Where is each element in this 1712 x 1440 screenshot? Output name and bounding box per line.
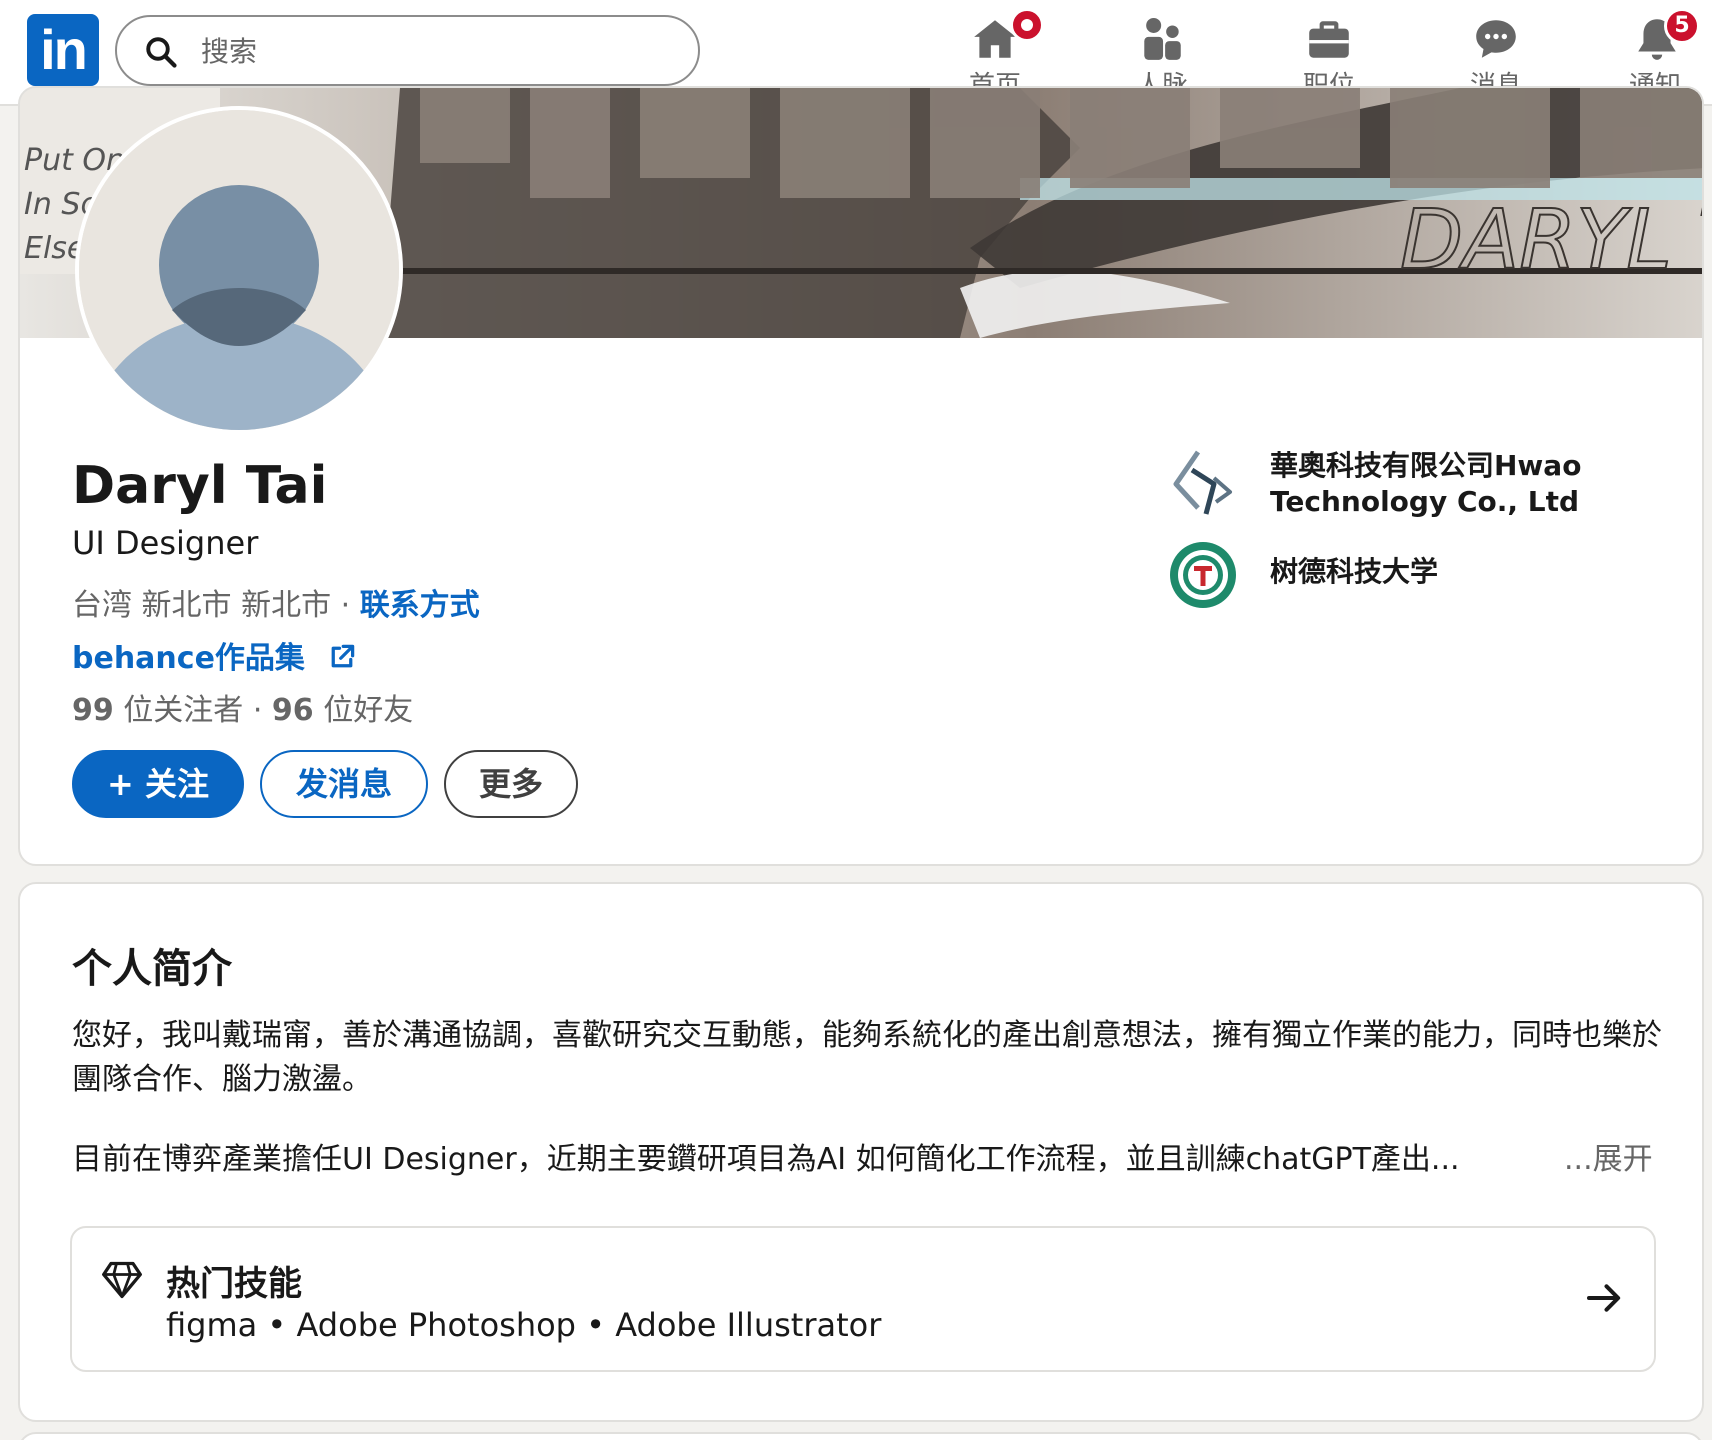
next-section-card [18,1432,1704,1440]
top-skills-row[interactable]: 热门技能 figma • Adobe Photoshop • Adobe Ill… [70,1226,1656,1372]
arrow-right-icon [1587,1284,1621,1312]
company-name: 華奧科技有限公司Hwao Technology Co., Ltd [1270,448,1581,520]
school-name: 树德科技大学 [1270,555,1439,588]
hwao-logo [1173,450,1232,515]
profile-headline: UI Designer [72,524,259,562]
people-icon [1144,17,1181,60]
see-more-link[interactable]: ...展开 [1564,1138,1653,1182]
profile-name: Daryl Tai [72,456,328,516]
linkedin-logo[interactable]: in [27,14,99,86]
contact-info-link[interactable]: 联系方式 [360,588,480,623]
company-name-line: Technology Co., Ltd [1270,485,1580,518]
about-card: 个人简介 您好，我叫戴瑞甯，善於溝通協調，喜歡研究交互動態，能夠系統化的產出創意… [18,882,1704,1422]
profile-location-row: 台湾 新北市 新北市 · 联系方式 [72,580,480,624]
about-section-title: 个人简介 [72,946,232,992]
about-paragraph-truncated: 目前在博弈產業擔任UI Designer，近期主要鑽研項目為AI 如何簡化工作流… [72,1142,1460,1177]
connections-count: 96 [271,693,314,728]
default-avatar-icon [79,110,399,430]
home-badge [1010,8,1044,42]
about-paragraph: 您好，我叫戴瑞甯，善於溝通協調，喜歡研究交互動態，能夠系統化的產出創意想法，擁有… [72,1018,1662,1097]
separator: · [331,588,360,623]
shu-te-university-seal [1170,542,1236,608]
website-label: behance作品集 [72,641,305,676]
top-skills-list: figma • Adobe Photoshop • Adobe Illustra… [166,1306,882,1344]
more-button[interactable]: 更多 [444,750,578,818]
banner-name-text: DARYL TAI [1400,193,1704,288]
diamond-icon [102,1261,142,1299]
profile-location: 台湾 新北市 新北市 [72,588,332,623]
website-link[interactable]: behance作品集 [72,633,357,677]
followers-label: 位关注者 [123,693,244,728]
connections-label: 位好友 [323,693,414,728]
top-skills-title: 热门技能 [166,1264,302,1304]
chat-icon [1476,20,1516,58]
profile-avatar[interactable] [75,106,403,434]
briefcase-icon [1309,21,1349,58]
external-link-icon [332,644,355,668]
search-bar[interactable] [115,15,700,86]
search-icon [146,37,177,68]
search-input[interactable] [201,27,671,75]
message-button[interactable]: 发消息 [260,750,428,818]
follow-button[interactable]: + 关注 [72,750,244,818]
followers-count: 99 [72,693,114,728]
follower-stats: 99 位关注者 · 96 位好友 [72,685,413,729]
company-name-line: 華奧科技有限公司Hwao [1270,449,1582,482]
profile-card: Put One In Sor Else's DARYL TAI Daryl Ta… [18,86,1704,866]
current-company[interactable]: 華奧科技有限公司Hwao Technology Co., Ltd [1168,448,1688,528]
notification-count-badge: 5 [1664,8,1700,44]
separator: · [243,693,272,728]
education-school[interactable]: 树德科技大学 [1168,540,1688,610]
